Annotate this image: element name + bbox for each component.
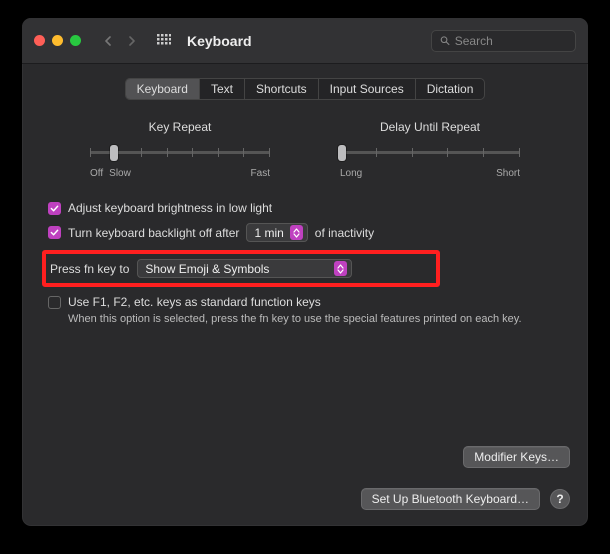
brightness-row: Adjust keyboard brightness in low light: [48, 201, 562, 215]
footer: Set Up Bluetooth Keyboard… ?: [361, 488, 570, 510]
delay-long-label: Long: [340, 168, 362, 179]
backlight-post-label: of inactivity: [315, 226, 374, 240]
key-repeat-knob[interactable]: [110, 145, 118, 161]
fn-key-action-popup[interactable]: Show Emoji & Symbols: [137, 259, 352, 278]
help-button[interactable]: ?: [550, 489, 570, 509]
key-repeat-slider[interactable]: [90, 142, 270, 164]
key-repeat-fast-label: Fast: [251, 168, 270, 179]
tab-text[interactable]: Text: [200, 79, 245, 99]
keyboard-prefs-window: Keyboard Keyboard Text Shortcuts Input S…: [22, 18, 588, 526]
search-field[interactable]: [431, 30, 576, 52]
window-title: Keyboard: [187, 33, 252, 49]
popup-stepper-icon: [334, 261, 347, 276]
traffic-lights: [34, 35, 81, 46]
tab-bar: Keyboard Text Shortcuts Input Sources Di…: [125, 78, 486, 100]
delay-short-label: Short: [496, 168, 520, 179]
options-area: Adjust keyboard brightness in low light …: [48, 201, 562, 327]
tabs-row: Keyboard Text Shortcuts Input Sources Di…: [22, 78, 588, 100]
minimize-button[interactable]: [52, 35, 63, 46]
tab-keyboard[interactable]: Keyboard: [126, 79, 200, 99]
sliders-row: Key Repeat Off Slow Fast Delay Until Rep…: [22, 120, 588, 179]
popup-stepper-icon: [290, 225, 303, 240]
backlight-row: Turn keyboard backlight off after 1 min …: [48, 223, 562, 242]
key-repeat-title: Key Repeat: [90, 120, 270, 134]
key-repeat-slow-label: Slow: [109, 168, 131, 179]
bluetooth-keyboard-button[interactable]: Set Up Bluetooth Keyboard…: [361, 488, 540, 510]
delay-knob[interactable]: [338, 145, 346, 161]
nav-buttons: [97, 31, 143, 51]
back-button[interactable]: [97, 31, 119, 51]
fkeys-note: When this option is selected, press the …: [68, 312, 538, 327]
delay-slider[interactable]: [340, 142, 520, 164]
tab-shortcuts[interactable]: Shortcuts: [245, 79, 319, 99]
close-button[interactable]: [34, 35, 45, 46]
fkeys-label: Use F1, F2, etc. keys as standard functi…: [68, 295, 321, 309]
fn-key-pre-label: Press fn key to: [50, 262, 129, 276]
search-icon: [440, 35, 450, 46]
backlight-duration-popup[interactable]: 1 min: [246, 223, 307, 242]
zoom-button[interactable]: [70, 35, 81, 46]
fkeys-checkbox[interactable]: [48, 296, 61, 309]
modifier-keys-area: Modifier Keys…: [463, 446, 570, 468]
fn-key-action-value: Show Emoji & Symbols: [145, 262, 269, 276]
show-all-button[interactable]: [153, 31, 175, 51]
backlight-duration-value: 1 min: [254, 226, 283, 240]
tab-input-sources[interactable]: Input Sources: [319, 79, 416, 99]
fkeys-row: Use F1, F2, etc. keys as standard functi…: [48, 295, 562, 309]
key-repeat-off-label: Off: [90, 168, 103, 179]
forward-button[interactable]: [121, 31, 143, 51]
backlight-checkbox[interactable]: [48, 226, 61, 239]
delay-title: Delay Until Repeat: [340, 120, 520, 134]
brightness-checkbox[interactable]: [48, 202, 61, 215]
brightness-label: Adjust keyboard brightness in low light: [68, 201, 272, 215]
fn-key-row-highlight: Press fn key to Show Emoji & Symbols: [42, 250, 440, 287]
key-repeat-group: Key Repeat Off Slow Fast: [90, 120, 270, 179]
tab-dictation[interactable]: Dictation: [416, 79, 485, 99]
titlebar: Keyboard: [22, 18, 588, 64]
backlight-pre-label: Turn keyboard backlight off after: [68, 226, 239, 240]
delay-group: Delay Until Repeat Long Short: [340, 120, 520, 179]
search-input[interactable]: [455, 34, 567, 48]
modifier-keys-button[interactable]: Modifier Keys…: [463, 446, 570, 468]
